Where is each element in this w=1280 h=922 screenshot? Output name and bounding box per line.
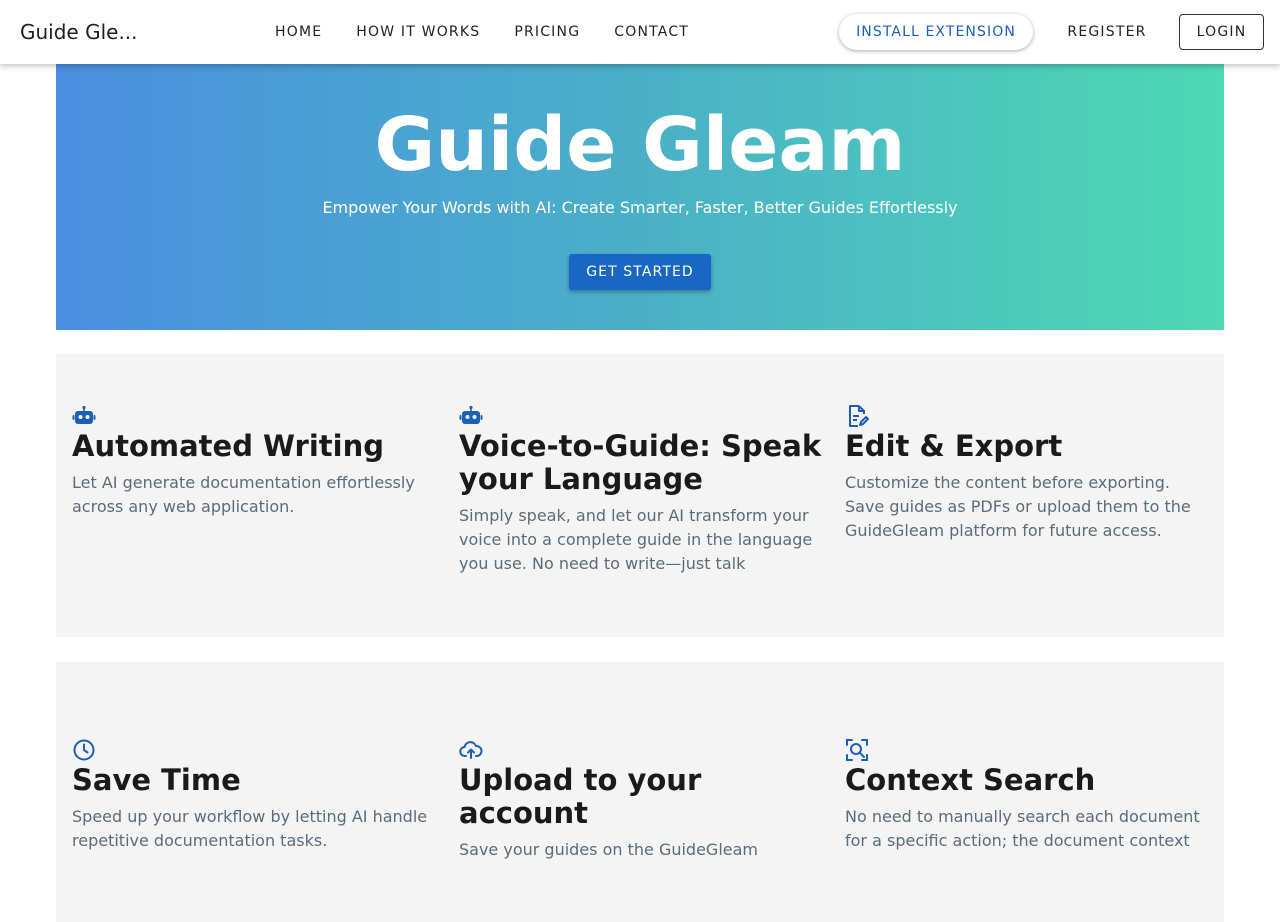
feature-card-save-time: Save Time Speed up your workflow by lett… xyxy=(72,738,437,853)
robot-icon xyxy=(72,404,96,428)
feature-card-context-search: Context Search No need to manually searc… xyxy=(845,738,1210,853)
register-button[interactable]: REGISTER xyxy=(1052,14,1162,50)
feature-card-upload: Upload to your account Save your guides … xyxy=(459,738,824,862)
feature-title: Context Search xyxy=(845,763,1096,797)
feature-description: Save your guides on the GuideGleam xyxy=(459,840,759,859)
feature-description: Speed up your workflow by letting AI han… xyxy=(72,807,428,850)
nav-link-contact[interactable]: CONTACT xyxy=(597,24,706,40)
features-section-1: Automated Writing Let AI generate docume… xyxy=(56,354,1224,637)
nav-link-home[interactable]: HOME xyxy=(258,24,339,40)
hero-banner: Guide Gleam Empower Your Words with AI: … xyxy=(56,64,1224,330)
feature-title: Save Time xyxy=(72,763,241,797)
search-document-icon xyxy=(845,738,869,762)
install-extension-button[interactable]: INSTALL EXTENSION xyxy=(839,14,1033,50)
feature-card-automated-writing: Automated Writing Let AI generate docume… xyxy=(72,404,437,519)
feature-title: Voice-to-Guide: Speak your Language xyxy=(459,429,822,496)
nav-link-how-it-works[interactable]: HOW IT WORKS xyxy=(339,24,497,40)
get-started-button[interactable]: GET STARTED xyxy=(569,254,711,290)
nav-link-pricing[interactable]: PRICING xyxy=(497,24,597,40)
clock-icon xyxy=(72,738,96,762)
robot-icon xyxy=(459,404,483,428)
login-button[interactable]: LOGIN xyxy=(1179,14,1264,50)
feature-title: Upload to your account xyxy=(459,763,702,830)
nav-links: HOME HOW IT WORKS PRICING CONTACT xyxy=(258,0,706,64)
edit-document-icon xyxy=(845,404,869,428)
cloud-upload-icon xyxy=(459,738,483,762)
feature-description: Let AI generate documentation effortless… xyxy=(72,473,415,516)
hero-subtitle: Empower Your Words with AI: Create Smart… xyxy=(322,198,958,217)
top-navbar: Guide Gle... HOME HOW IT WORKS PRICING C… xyxy=(0,0,1280,64)
feature-description: No need to manually search each document… xyxy=(845,807,1200,850)
feature-card-voice-to-guide: Voice-to-Guide: Speak your Language Simp… xyxy=(459,404,824,576)
feature-description: Customize the content before exporting. … xyxy=(845,473,1191,540)
hero-title: Guide Gleam xyxy=(374,102,906,188)
feature-description: Simply speak, and let our AI transform y… xyxy=(459,506,813,573)
brand-logo-text[interactable]: Guide Gle... xyxy=(20,0,138,64)
feature-title: Automated Writing xyxy=(72,429,384,463)
feature-title: Edit & Export xyxy=(845,429,1063,463)
feature-card-edit-export: Edit & Export Customize the content befo… xyxy=(845,404,1210,543)
features-section-2: Save Time Speed up your workflow by lett… xyxy=(56,662,1224,922)
